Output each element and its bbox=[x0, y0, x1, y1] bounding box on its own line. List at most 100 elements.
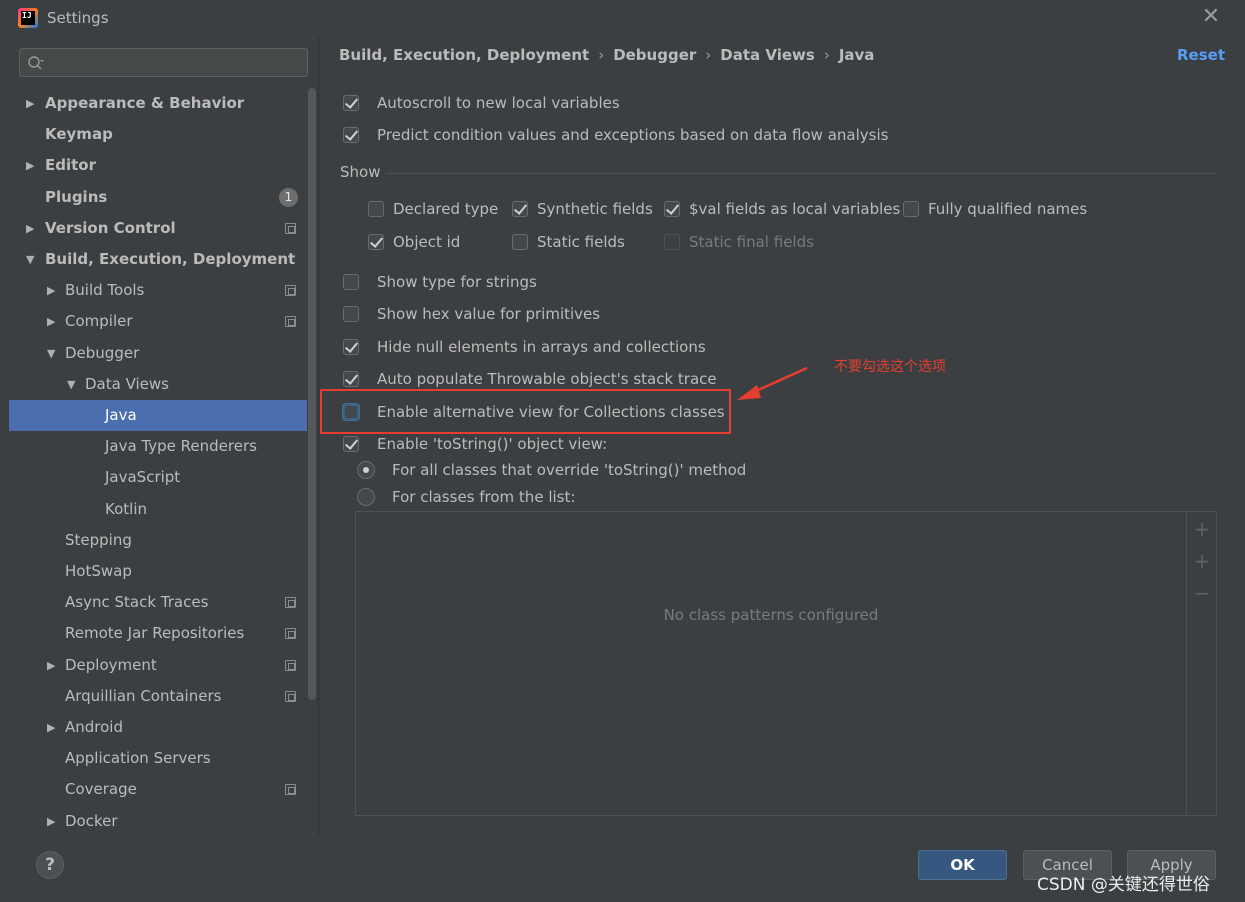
sidebar-item-label: Application Servers bbox=[65, 749, 211, 768]
search-input[interactable] bbox=[50, 53, 300, 73]
all-classes-label: For all classes that override 'toString(… bbox=[392, 461, 747, 479]
sidebar-item-label: Keymap bbox=[45, 125, 113, 144]
ok-button[interactable]: OK bbox=[918, 850, 1007, 880]
sidebar-item-java[interactable]: Java bbox=[9, 400, 307, 431]
reset-link[interactable]: Reset bbox=[1177, 46, 1225, 64]
hide-null-checkbox[interactable] bbox=[343, 339, 359, 355]
sidebar-item-label: Java Type Renderers bbox=[105, 437, 257, 456]
sidebar-item-label: Deployment bbox=[65, 655, 157, 674]
chevron-down-icon[interactable]: ▼ bbox=[67, 369, 79, 400]
breadcrumb-item[interactable]: Debugger bbox=[613, 46, 696, 64]
sidebar-item-coverage[interactable]: Coverage bbox=[9, 774, 307, 805]
add-class-icon[interactable]: + bbox=[1193, 519, 1211, 539]
show-group-separator bbox=[386, 173, 1217, 174]
sidebar-item-label: Kotlin bbox=[105, 499, 147, 518]
sidebar-item-deployment[interactable]: ▶ Deployment bbox=[9, 650, 307, 681]
tostring-label: Enable 'toString()' object view: bbox=[377, 435, 608, 453]
search-box[interactable] bbox=[19, 48, 308, 77]
class-patterns-list[interactable]: No class patterns configured + + − bbox=[355, 511, 1217, 816]
intellij-logo-icon: IJ bbox=[18, 8, 38, 28]
sidebar-item-plugins[interactable]: Plugins 1 bbox=[9, 182, 307, 213]
static-fields-checkbox[interactable] bbox=[512, 234, 528, 250]
fully-qualified-checkbox[interactable] bbox=[903, 201, 919, 217]
tostring-checkbox[interactable] bbox=[343, 436, 359, 452]
predict-checkbox[interactable] bbox=[343, 127, 359, 143]
sidebar-item-label: Editor bbox=[45, 156, 96, 175]
sidebar-item-application-servers[interactable]: Application Servers bbox=[9, 743, 307, 774]
add-pattern-icon[interactable]: + bbox=[1193, 551, 1211, 571]
sidebar-item-keymap[interactable]: Keymap bbox=[9, 119, 307, 150]
breadcrumb-item[interactable]: Build, Execution, Deployment bbox=[339, 46, 589, 64]
breadcrumb-separator: › bbox=[598, 46, 605, 64]
sidebar-item-label: Coverage bbox=[65, 780, 137, 799]
window-title: Settings bbox=[47, 9, 109, 27]
sidebar-item-build-execution-deployment[interactable]: ▼ Build, Execution, Deployment bbox=[9, 244, 307, 275]
hex-primitives-checkbox[interactable] bbox=[343, 306, 359, 322]
chevron-right-icon[interactable]: ▶ bbox=[47, 275, 59, 306]
sidebar-item-label: Plugins bbox=[45, 187, 108, 206]
auto-populate-checkbox[interactable] bbox=[343, 371, 359, 387]
chevron-right-icon[interactable]: ▶ bbox=[47, 650, 59, 681]
chevron-right-icon[interactable]: ▶ bbox=[26, 88, 38, 119]
synthetic-fields-label: Synthetic fields bbox=[537, 200, 653, 218]
chevron-right-icon[interactable]: ▶ bbox=[47, 712, 59, 743]
close-icon[interactable]: ✕ bbox=[1200, 6, 1222, 28]
sidebar-item-compiler[interactable]: ▶ Compiler bbox=[9, 306, 307, 337]
background-ide-left bbox=[0, 0, 9, 902]
sidebar-item-arquillian-containers[interactable]: Arquillian Containers bbox=[9, 681, 307, 712]
type-strings-checkbox[interactable] bbox=[343, 274, 359, 290]
chevron-right-icon[interactable]: ▶ bbox=[26, 213, 38, 244]
synthetic-fields-checkbox[interactable] bbox=[512, 201, 528, 217]
project-level-icon bbox=[285, 316, 296, 328]
update-count-badge: 1 bbox=[279, 187, 298, 207]
project-level-icon bbox=[285, 628, 296, 640]
sidebar-item-async-stack-traces[interactable]: Async Stack Traces bbox=[9, 587, 307, 618]
sidebar-item-label: Remote Jar Repositories bbox=[65, 624, 245, 643]
sidebar-item-label: Stepping bbox=[65, 530, 132, 549]
from-list-radio[interactable] bbox=[357, 488, 375, 506]
project-level-icon bbox=[285, 222, 296, 234]
project-level-icon bbox=[285, 690, 296, 702]
all-classes-radio[interactable] bbox=[357, 461, 375, 479]
remove-icon[interactable]: − bbox=[1193, 583, 1211, 603]
sidebar-item-stepping[interactable]: Stepping bbox=[9, 525, 307, 556]
sidebar-item-remote-jar-repositories[interactable]: Remote Jar Repositories bbox=[9, 618, 307, 649]
object-id-checkbox[interactable] bbox=[368, 234, 384, 250]
sidebar-item-version-control[interactable]: ▶ Version Control bbox=[9, 213, 307, 244]
sidebar-item-build-tools[interactable]: ▶ Build Tools bbox=[9, 275, 307, 306]
sidebar-item-appearance-behavior[interactable]: ▶ Appearance & Behavior bbox=[9, 88, 307, 119]
background-ide-right bbox=[1236, 0, 1245, 902]
sidebar-item-hotswap[interactable]: HotSwap bbox=[9, 556, 307, 587]
patterns-toolbar: + + − bbox=[1186, 512, 1216, 815]
sidebar-item-docker[interactable]: ▶ Docker bbox=[9, 806, 307, 836]
sidebar-item-label: HotSwap bbox=[65, 562, 132, 580]
help-button[interactable]: ? bbox=[36, 851, 64, 879]
auto-populate-label: Auto populate Throwable object's stack t… bbox=[377, 370, 717, 388]
tree-scrollbar[interactable] bbox=[308, 88, 316, 700]
chevron-right-icon[interactable]: ▶ bbox=[47, 806, 59, 836]
show-group-label: Show bbox=[340, 163, 381, 181]
settings-sidebar: ▶ Appearance & Behavior Keymap ▶ Editor Plugi… bbox=[9, 36, 319, 836]
watermark: CSDN @关键还得世俗 bbox=[1037, 875, 1210, 895]
sidebar-item-data-views[interactable]: ▼ Data Views bbox=[9, 369, 307, 400]
sidebar-item-kotlin[interactable]: Kotlin bbox=[9, 494, 307, 525]
sidebar-item-editor[interactable]: ▶ Editor bbox=[9, 150, 307, 181]
static-fields-label: Static fields bbox=[537, 233, 625, 251]
chevron-down-icon[interactable]: ▼ bbox=[47, 338, 59, 369]
sidebar-item-debugger[interactable]: ▼ Debugger bbox=[9, 338, 307, 369]
autoscroll-label: Autoscroll to new local variables bbox=[377, 94, 620, 112]
chevron-right-icon[interactable]: ▶ bbox=[47, 306, 59, 337]
chevron-down-icon[interactable]: ▼ bbox=[26, 244, 38, 275]
hide-null-label: Hide null elements in arrays and collect… bbox=[377, 338, 706, 356]
sidebar-item-java-type-renderers[interactable]: Java Type Renderers bbox=[9, 431, 307, 462]
breadcrumb-item[interactable]: Data Views bbox=[720, 46, 815, 64]
val-fields-checkbox[interactable] bbox=[664, 201, 680, 217]
sidebar-item-android[interactable]: ▶ Android bbox=[9, 712, 307, 743]
breadcrumb-separator: › bbox=[705, 46, 712, 64]
chevron-right-icon[interactable]: ▶ bbox=[26, 150, 38, 181]
declared-type-checkbox[interactable] bbox=[368, 201, 384, 217]
sidebar-item-label: Version Control bbox=[45, 218, 176, 237]
sidebar-item-javascript[interactable]: JavaScript bbox=[9, 462, 307, 493]
type-strings-label: Show type for strings bbox=[377, 273, 537, 291]
autoscroll-checkbox[interactable] bbox=[343, 95, 359, 111]
